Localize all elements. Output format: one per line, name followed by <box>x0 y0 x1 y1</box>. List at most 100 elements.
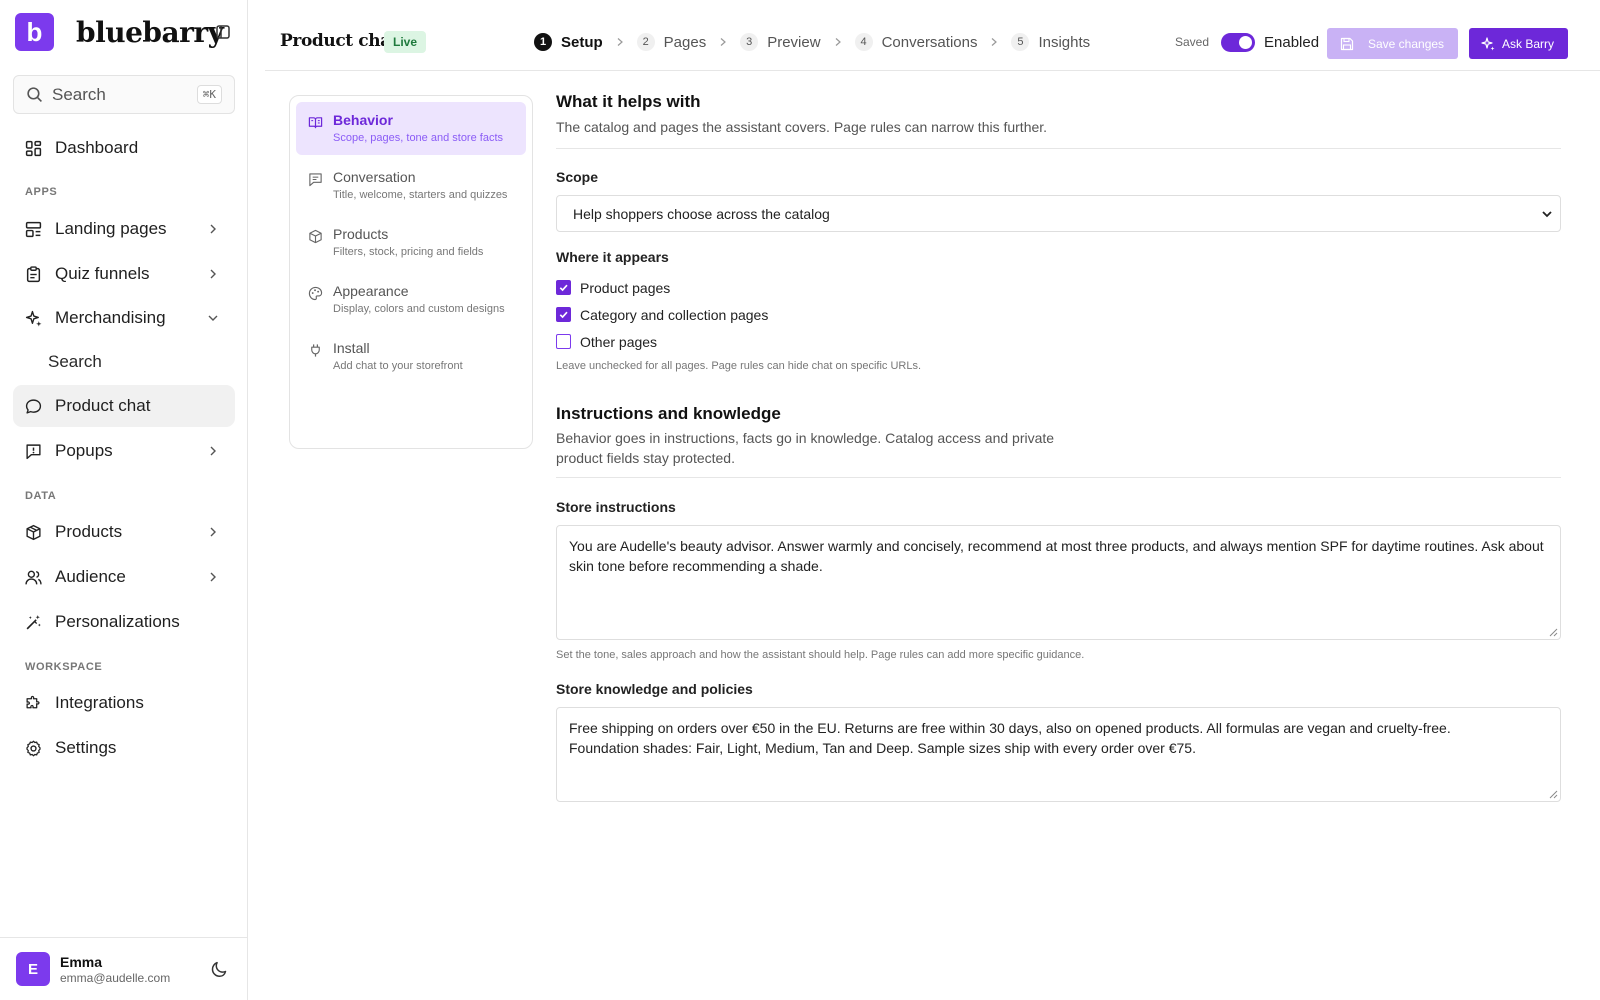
sidebar-item-settings[interactable]: Settings <box>13 728 235 768</box>
subnav-item-title: Products <box>333 226 389 242</box>
plug-icon <box>311 344 320 357</box>
chevron-right-icon <box>617 38 623 46</box>
sidebar-item-label: Integrations <box>55 693 144 712</box>
wizard-steps: 1 Setup 2 Pages 3 Preview 4 Conversation… <box>534 31 1090 53</box>
step-number: 4 <box>854 33 873 51</box>
step-number: 2 <box>636 33 655 51</box>
sidebar-item-personalizations[interactable]: Personalizations <box>13 602 235 642</box>
scope-label: Scope <box>556 169 599 185</box>
enabled-label: Enabled <box>1264 34 1320 51</box>
subnav-item-desc: Title, welcome, starters and quizzes <box>333 189 508 201</box>
sidebar-item-dashboard[interactable]: Dashboard <box>13 128 235 168</box>
checkbox-checked[interactable] <box>556 280 571 295</box>
sidebar-subitem-search[interactable]: Search <box>48 352 102 372</box>
settings-subnav: Behavior Scope, pages, tone and store fa… <box>289 95 533 449</box>
resize-handle-icon[interactable] <box>1549 628 1558 637</box>
chevron-right-icon <box>210 527 216 537</box>
chevron-right-icon <box>992 38 998 46</box>
step-pages[interactable]: 2 Pages <box>636 33 706 51</box>
check-icon <box>559 311 568 319</box>
subnav-item-products[interactable]: Products Filters, stock, pricing and fie… <box>296 216 526 269</box>
package-icon <box>26 524 41 540</box>
search-input[interactable]: Search ⌘K <box>13 75 235 114</box>
step-label: Conversations <box>881 33 978 51</box>
sidebar-item-label: Dashboard <box>55 138 139 157</box>
page-title: Product chat <box>280 31 399 51</box>
store-instructions-textarea[interactable]: You are Audelle's beauty advisor. Answer… <box>556 525 1561 640</box>
subnav-item-conversation[interactable]: Conversation Title, welcome, starters an… <box>296 159 526 212</box>
subnav-item-title: Appearance <box>333 283 409 299</box>
sidebar-item-products[interactable]: Products <box>13 512 235 552</box>
subnav-item-install[interactable]: Install Add chat to your storefront <box>296 330 526 383</box>
option-category-pages[interactable]: Category and collection pages <box>556 301 1561 328</box>
option-label: Other pages <box>580 333 658 350</box>
sidebar-item-label: Audience <box>55 567 126 586</box>
subnav-item-appearance[interactable]: Appearance Display, colors and custom de… <box>296 273 526 326</box>
checkbox-unchecked[interactable] <box>556 334 571 349</box>
sidebar-item-landing-pages[interactable]: Landing pages <box>13 209 235 249</box>
sidebar-collapse-icon[interactable] <box>215 24 231 40</box>
section-label-apps: APPS <box>25 186 58 198</box>
sidebar-item-quiz-funnels[interactable]: Quiz funnels <box>13 254 235 294</box>
moon-icon[interactable] <box>210 959 230 979</box>
sidebar-item-audience[interactable]: Audience <box>13 557 235 597</box>
sidebar-item-popups[interactable]: Popups <box>13 431 235 471</box>
subnav-item-desc: Filters, stock, pricing and fields <box>333 246 484 258</box>
package-icon <box>309 229 322 244</box>
appears-hint: Leave unchecked for all pages. Page rule… <box>556 360 922 372</box>
sidebar-item-label: Landing pages <box>55 219 167 238</box>
checkbox-checked[interactable] <box>556 307 571 322</box>
subnav-item-title: Behavior <box>333 112 393 128</box>
subnav-item-behavior[interactable]: Behavior Scope, pages, tone and store fa… <box>296 102 526 155</box>
chevron-down-icon <box>208 315 218 321</box>
ask-barry-label: Ask Barry <box>1502 36 1555 51</box>
save-changes-button[interactable]: Save changes <box>1327 28 1458 59</box>
section-title-instructions: Instructions and knowledge <box>556 404 781 423</box>
sidebar-item-merchandising[interactable]: Merchandising <box>13 298 235 338</box>
search-shortcut: ⌘K <box>196 85 222 104</box>
avatar: E <box>16 952 50 986</box>
resize-handle-icon[interactable] <box>1549 790 1558 799</box>
brand[interactable]: b bluebarry <box>15 13 235 51</box>
ask-barry-button[interactable]: Ask Barry <box>1469 28 1568 59</box>
store-instructions-value: You are Audelle's beauty advisor. Answer… <box>569 538 1544 574</box>
option-product-pages[interactable]: Product pages <box>556 274 1561 301</box>
sidebar-item-label: Product chat <box>55 396 151 415</box>
save-status: Saved <box>1175 35 1210 49</box>
subtitle-line: Behavior goes in instructions, facts go … <box>556 430 1055 446</box>
puzzle-icon <box>26 695 40 708</box>
scope-value: Help shoppers choose across the catalog <box>573 205 830 222</box>
section-label-data: DATA <box>25 490 57 502</box>
sparkles-icon <box>1481 36 1495 50</box>
sidebar-item-integrations[interactable]: Integrations <box>13 683 235 723</box>
user-menu[interactable]: E Emma emma@audelle.com <box>0 937 248 1000</box>
sidebar-item-product-chat[interactable]: Product chat <box>13 385 235 427</box>
step-setup[interactable]: 1 Setup <box>534 33 603 51</box>
chat-lines-icon <box>309 173 322 187</box>
subnav-item-title: Install <box>333 340 370 356</box>
knowledge-value-line: Foundation shades: Fair, Light, Medium, … <box>569 740 1196 756</box>
divider <box>556 477 1561 478</box>
step-label: Setup <box>561 33 603 51</box>
section-label-workspace: WORKSPACE <box>25 661 103 673</box>
step-conversations[interactable]: 4 Conversations <box>854 33 978 51</box>
status-badge: Live <box>384 31 427 53</box>
scope-select[interactable]: Help shoppers choose across the catalog <box>556 195 1561 232</box>
option-other-pages[interactable]: Other pages <box>556 328 1561 355</box>
layout-icon <box>25 221 42 237</box>
gear-icon <box>26 740 41 756</box>
sidebar-item-label: Products <box>55 522 123 541</box>
chevron-right-icon <box>835 38 841 46</box>
knowledge-textarea[interactable]: Free shipping on orders over €50 in the … <box>556 707 1561 802</box>
book-icon <box>308 117 323 129</box>
step-insights[interactable]: 5 Insights <box>1011 33 1090 51</box>
top-bar: Product chat Live 1 Setup 2 Pages 3 Prev… <box>265 0 1600 71</box>
check-icon <box>559 284 568 292</box>
chevron-right-icon <box>720 38 727 46</box>
step-number: 3 <box>740 33 759 51</box>
step-preview[interactable]: 3 Preview <box>740 33 821 51</box>
enabled-toggle[interactable] <box>1221 33 1255 52</box>
chevron-down-icon <box>1542 211 1552 218</box>
subtitle-line: product fields stay protected. <box>556 450 735 466</box>
magic-wand-icon <box>26 614 41 629</box>
